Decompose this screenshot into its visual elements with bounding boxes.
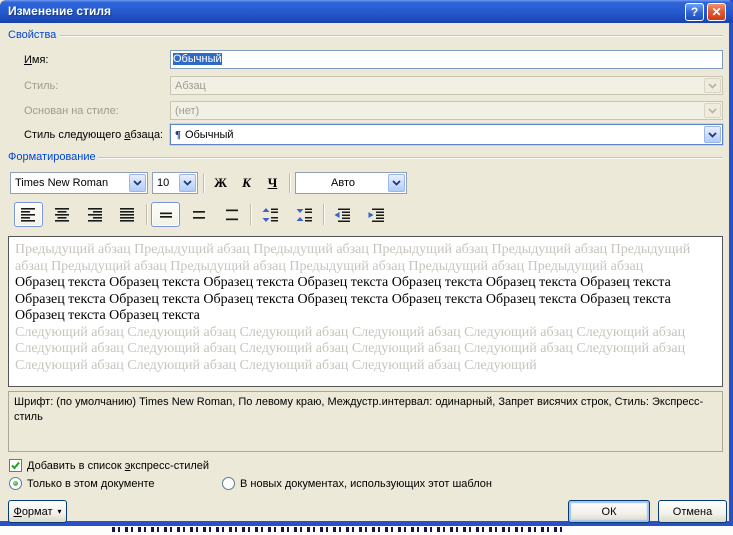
selected-text: Обычный bbox=[173, 53, 222, 65]
title-bar: Изменение стиля ? ✕ bbox=[0, 0, 733, 23]
chevron-down-icon bbox=[704, 78, 721, 93]
background-document-strip bbox=[0, 526, 733, 535]
single-spacing-button[interactable] bbox=[151, 202, 180, 227]
name-label: Имя: bbox=[24, 54, 49, 66]
chevron-down-icon bbox=[129, 174, 146, 192]
add-to-quick-styles-label: Добавить в список экспресс-стилей bbox=[27, 460, 210, 472]
decrease-spacing-icon bbox=[296, 208, 312, 221]
chevron-down-icon bbox=[388, 174, 405, 192]
close-button[interactable]: ✕ bbox=[707, 3, 726, 21]
increase-indent-button[interactable] bbox=[361, 202, 391, 227]
style-type-label: Стиль: bbox=[24, 80, 59, 92]
based-on-select: (нет) bbox=[170, 101, 723, 120]
decrease-indent-button[interactable] bbox=[327, 202, 357, 227]
align-right-icon bbox=[87, 207, 102, 222]
pilcrow-icon: ¶ bbox=[175, 128, 181, 141]
style-description-text: Шрифт: (по умолчанию) Times New Roman, П… bbox=[14, 396, 704, 423]
formatting-section-line bbox=[98, 157, 723, 158]
dropdown-arrow-icon: ▾ bbox=[57, 507, 62, 516]
properties-section-line bbox=[60, 35, 723, 36]
align-center-icon bbox=[54, 207, 69, 222]
toolbar-separator bbox=[146, 204, 147, 225]
toolbar-separator bbox=[250, 204, 251, 225]
ok-button[interactable]: ОК bbox=[568, 500, 650, 523]
clipped-background-text bbox=[112, 527, 564, 532]
decrease-paragraph-spacing-button[interactable] bbox=[289, 202, 319, 227]
format-menu-button[interactable]: Формат ▾ bbox=[8, 500, 67, 523]
only-this-document-label: Только в этом документе bbox=[27, 478, 155, 490]
style-preview-pane: Предыдущий абзац Предыдущий абзац Предыд… bbox=[8, 236, 723, 387]
toolbar-separator bbox=[289, 173, 290, 193]
next-paragraph-style-select[interactable]: ¶ Обычный bbox=[170, 124, 723, 145]
formatting-section-label: Форматирование bbox=[8, 151, 96, 163]
font-size-select[interactable]: 10 bbox=[152, 172, 198, 194]
help-button[interactable]: ? bbox=[685, 3, 704, 21]
font-color-select[interactable]: Авто bbox=[295, 172, 407, 194]
add-to-quick-styles-checkbox[interactable] bbox=[9, 459, 22, 472]
modify-style-dialog: Изменение стиля ? ✕ Свойства Имя: Обычны… bbox=[0, 0, 733, 526]
one-half-spacing-button[interactable] bbox=[184, 202, 213, 227]
increase-indent-icon bbox=[368, 208, 384, 222]
based-on-label: Основан на стиле: bbox=[24, 105, 119, 117]
next-paragraph-text: Следующий абзац Следующий абзац Следующи… bbox=[15, 324, 686, 373]
align-center-button[interactable] bbox=[48, 202, 77, 227]
properties-section-label: Свойства bbox=[8, 29, 57, 41]
chevron-down-icon bbox=[704, 103, 721, 118]
toolbar-separator bbox=[323, 204, 324, 225]
align-right-button[interactable] bbox=[81, 202, 110, 227]
bold-button[interactable]: Ж bbox=[208, 172, 233, 194]
chevron-down-icon bbox=[704, 126, 721, 143]
double-spacing-button[interactable] bbox=[217, 202, 246, 227]
align-left-icon bbox=[20, 207, 35, 222]
decrease-indent-icon bbox=[334, 208, 350, 222]
style-type-select: Абзац bbox=[170, 76, 723, 95]
one-half-spacing-icon bbox=[192, 210, 205, 219]
italic-button[interactable]: К bbox=[234, 172, 259, 194]
new-documents-radio[interactable] bbox=[222, 477, 235, 490]
increase-paragraph-spacing-button[interactable] bbox=[255, 202, 285, 227]
only-this-document-radio[interactable] bbox=[9, 477, 22, 490]
align-left-button[interactable] bbox=[14, 202, 43, 227]
single-spacing-icon bbox=[159, 212, 172, 218]
font-name-select[interactable]: Times New Roman bbox=[10, 172, 148, 194]
next-paragraph-style-label: Стиль следующего абзаца: bbox=[24, 129, 164, 141]
dialog-title: Изменение стиля bbox=[8, 4, 111, 18]
sample-text: Образец текста Образец текста Образец те… bbox=[15, 275, 671, 323]
new-documents-label: В новых документах, использующих этот ша… bbox=[240, 478, 492, 490]
double-spacing-icon bbox=[225, 209, 238, 220]
increase-spacing-icon bbox=[262, 207, 278, 222]
style-name-input[interactable]: Обычный bbox=[170, 50, 723, 69]
align-justify-icon bbox=[119, 207, 134, 222]
help-icon: ? bbox=[690, 5, 699, 19]
style-description-box: Шрифт: (по умолчанию) Times New Roman, П… bbox=[8, 391, 723, 452]
align-justify-button[interactable] bbox=[113, 202, 142, 227]
chevron-down-icon bbox=[179, 174, 196, 192]
checkmark-icon bbox=[11, 461, 20, 470]
close-icon: ✕ bbox=[711, 5, 722, 19]
toolbar-separator bbox=[203, 173, 204, 193]
previous-paragraph-text: Предыдущий абзац Предыдущий абзац Предыд… bbox=[15, 242, 691, 274]
cancel-button[interactable]: Отмена bbox=[658, 500, 727, 523]
underline-button[interactable]: Ч bbox=[260, 172, 285, 194]
